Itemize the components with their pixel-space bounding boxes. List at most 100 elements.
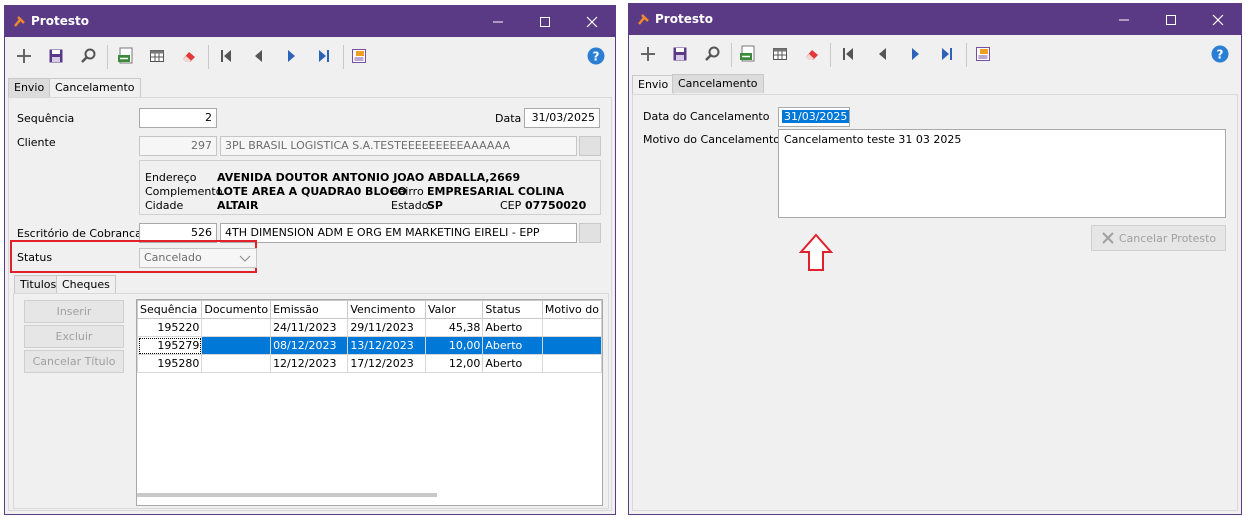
col-motivo[interactable]: Motivo do — [541, 300, 602, 319]
eraser-icon — [806, 50, 818, 60]
up-arrow-annotation-icon — [799, 233, 833, 271]
toolbar-separator — [830, 43, 831, 67]
first-record-button[interactable] — [837, 43, 859, 65]
previous-record-button[interactable] — [871, 43, 893, 65]
table-row[interactable]: 195280 12/12/2023 17/12/2023 12,00 Abert… — [137, 354, 602, 373]
data-label: Data — [495, 112, 522, 125]
cell-documento — [201, 318, 272, 337]
add-button[interactable] — [637, 43, 659, 65]
data-cancelamento-field[interactable]: 31/03/2025 — [778, 107, 850, 127]
help-icon: ? — [1211, 45, 1229, 63]
prev-icon — [879, 48, 886, 60]
cell-motivo — [541, 318, 602, 337]
minimize-button[interactable] — [1101, 4, 1147, 35]
maximize-button[interactable] — [1148, 4, 1194, 35]
cancelar-titulo-button[interactable]: Cancelar Título — [24, 350, 124, 373]
left-titlebar[interactable]: Protesto — [5, 6, 615, 37]
subtab-cheques[interactable]: Cheques — [56, 275, 116, 294]
txt-icon — [118, 47, 133, 64]
escritorio-name-field[interactable]: 4TH DIMENSION ADM E ORG EM MARKETING EIR… — [220, 223, 577, 243]
export-txt-button[interactable] — [737, 43, 759, 65]
col-documento[interactable]: Documento — [201, 300, 272, 319]
close-button[interactable] — [569, 6, 615, 37]
export-txt-button[interactable] — [115, 45, 137, 67]
subtab-titulos[interactable]: Titulos — [14, 275, 63, 294]
grid-button[interactable] — [146, 45, 168, 67]
horizontal-scrollbar[interactable] — [137, 493, 437, 497]
data-field[interactable]: 31/03/2025 — [524, 108, 600, 128]
toolbar-separator — [731, 43, 732, 67]
tab-envio[interactable]: Envio — [8, 78, 51, 97]
cancelar-protesto-button[interactable]: Cancelar Protesto — [1091, 225, 1226, 251]
col-vencimento[interactable]: Vencimento — [347, 300, 426, 319]
help-icon: ? — [587, 47, 605, 65]
first-record-button[interactable] — [215, 45, 237, 67]
inserir-button[interactable]: Inserir — [24, 300, 124, 323]
eraser-button[interactable] — [178, 45, 200, 67]
titulos-grid[interactable]: Sequência Documento Emissão Vencimento V… — [136, 299, 603, 506]
table-header-row: Sequência Documento Emissão Vencimento V… — [137, 300, 602, 319]
cidade-label: Cidade — [145, 199, 184, 212]
cell-vencimento: 17/12/2023 — [347, 354, 426, 373]
table-row[interactable]: 195220 24/11/2023 29/11/2023 45,38 Abert… — [137, 318, 602, 337]
next-icon — [912, 48, 919, 60]
save-button[interactable] — [45, 45, 67, 67]
endereco-label: Endereço — [145, 171, 197, 184]
plus-icon — [17, 49, 31, 63]
eraser-button[interactable] — [801, 43, 823, 65]
titulos-table: Sequência Documento Emissão Vencimento V… — [137, 300, 602, 373]
maximize-button[interactable] — [522, 6, 568, 37]
sequencia-field[interactable]: 2 — [139, 108, 217, 128]
report-button[interactable] — [972, 43, 994, 65]
table-row-selected[interactable]: 195279 08/12/2023 13/12/2023 10,00 Abert… — [137, 336, 602, 355]
save-icon — [49, 49, 63, 63]
cancel-x-icon — [1102, 232, 1114, 244]
previous-record-button[interactable] — [247, 45, 269, 67]
grid-button[interactable] — [769, 43, 791, 65]
data-cancelamento-value: 31/03/2025 — [782, 110, 849, 123]
cliente-code-field[interactable]: 297 — [139, 136, 217, 156]
complemento-label: Complemento — [145, 185, 223, 198]
table-icon — [773, 48, 787, 60]
col-emissao[interactable]: Emissão — [270, 300, 349, 319]
report-button[interactable] — [348, 45, 370, 67]
status-select[interactable]: Cancelado — [139, 248, 257, 268]
cell-valor: 12,00 — [424, 354, 484, 373]
search-button[interactable] — [77, 45, 99, 67]
close-button[interactable] — [1195, 4, 1241, 35]
table-icon — [150, 50, 164, 62]
help-button[interactable]: ? — [1209, 43, 1231, 65]
minimize-icon — [493, 21, 503, 22]
search-icon — [81, 48, 96, 63]
cell-valor: 45,38 — [424, 318, 484, 337]
search-button[interactable] — [701, 43, 723, 65]
cliente-label: Cliente — [17, 136, 56, 149]
escritorio-lookup-button[interactable] — [579, 223, 601, 243]
svg-text:?: ? — [1217, 48, 1224, 62]
col-status[interactable]: Status — [482, 300, 543, 319]
tab-envio[interactable]: Envio — [632, 75, 675, 94]
excluir-button[interactable]: Excluir — [24, 325, 124, 348]
report-icon — [352, 49, 366, 63]
motivo-cancelamento-textarea[interactable]: Cancelamento teste 31 03 2025 — [778, 129, 1226, 218]
right-titlebar[interactable]: Protesto — [629, 4, 1241, 35]
tab-cancelamento[interactable]: Cancelamento — [49, 78, 141, 97]
col-valor[interactable]: Valor — [424, 300, 484, 319]
minimize-button[interactable] — [475, 6, 521, 37]
next-record-button[interactable] — [281, 45, 303, 67]
col-sequencia[interactable]: Sequência — [137, 300, 203, 319]
complemento-value: LOTE AREA A QUADRA0 BLOCO — [217, 185, 407, 198]
tab-cancelamento[interactable]: Cancelamento — [672, 74, 764, 93]
last-record-button[interactable] — [936, 43, 958, 65]
cidade-value: ALTAIR — [217, 199, 259, 212]
add-button[interactable] — [13, 45, 35, 67]
last-record-button[interactable] — [313, 45, 335, 67]
prev-icon — [255, 50, 262, 62]
cliente-lookup-button[interactable] — [579, 136, 601, 156]
close-icon — [1212, 14, 1224, 25]
cliente-name-field[interactable]: 3PL BRASIL LOGISTICA S.A.TESTEEEEEEEEEAA… — [220, 136, 577, 156]
help-button[interactable]: ? — [585, 45, 607, 67]
cell-emissao: 12/12/2023 — [270, 354, 349, 373]
save-button[interactable] — [669, 43, 691, 65]
next-record-button[interactable] — [905, 43, 927, 65]
